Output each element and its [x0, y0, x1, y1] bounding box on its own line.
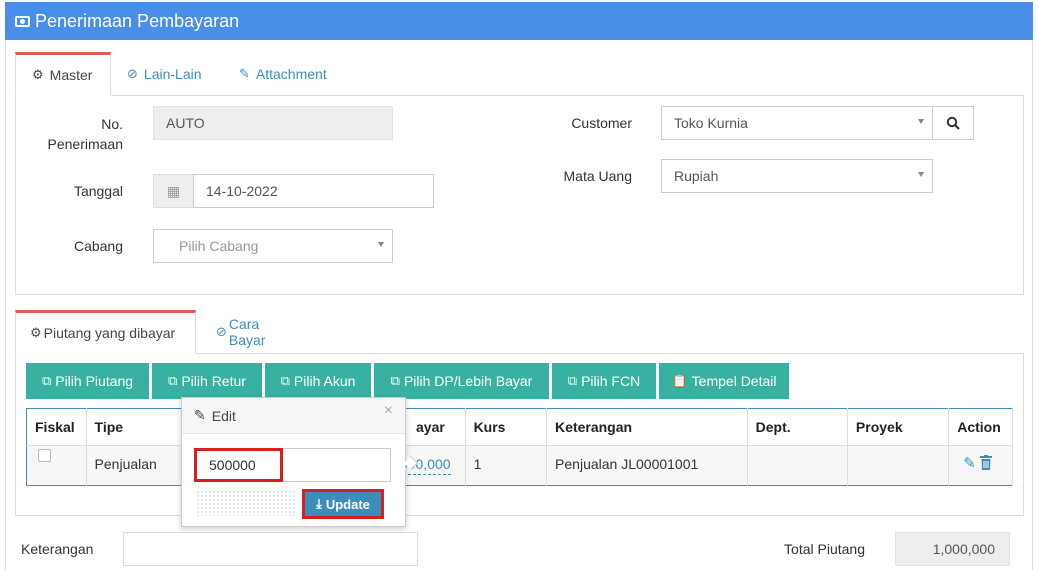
keterangan-input[interactable] — [123, 532, 418, 566]
cogs-icon: ⚙ — [30, 325, 42, 340]
calendar-icon[interactable]: ▦ — [153, 174, 194, 208]
money-icon — [15, 15, 30, 27]
cabang-placeholder: Pilih Cabang — [179, 238, 259, 254]
page-title: Penerimaan Pembayaran — [35, 10, 240, 31]
check-circle-icon: ⊘ — [216, 324, 227, 339]
col-dept: Dept. — [747, 408, 848, 446]
fiskal-cell — [26, 445, 87, 486]
total-piutang-value: 1,000,000 — [932, 541, 995, 557]
tipe-cell: Penjualan — [86, 445, 192, 486]
proyek-cell — [847, 445, 950, 486]
tanggal-label: Tanggal — [73, 183, 123, 199]
no-penerimaan-value: AUTO — [166, 115, 205, 131]
total-piutang-field: 1,000,000 — [895, 532, 1010, 566]
kurs-cell: 1 — [465, 445, 548, 486]
copy-icon: ⧉ — [567, 373, 578, 388]
edit-popover: ✎ Edit × 500000 ⤓ Update — [181, 397, 419, 527]
pilih-dp-lebih-bayar-button[interactable]: ⧉ Pilih DP/Lebih Bayar — [374, 363, 549, 399]
detail-tabs: ⚙ Piutang yang dibayar ⊘ Cara Bayar — [15, 310, 318, 354]
edit-pencil-icon[interactable]: ✎ — [963, 455, 976, 472]
customer-label: Customer — [571, 115, 632, 131]
col-tipe: Tipe — [86, 408, 192, 446]
mata-uang-label: Mata Uang — [563, 168, 632, 184]
keterangan-label: Keterangan — [21, 541, 94, 557]
mata-uang-value: Rupiah — [674, 168, 719, 184]
chevron-down-icon — [918, 119, 924, 124]
no-penerimaan-field[interactable]: AUTO — [153, 106, 393, 140]
col-proyek: Proyek — [847, 408, 950, 446]
pilih-piutang-button[interactable]: ⧉ Pilih Piutang — [26, 363, 149, 399]
chevron-down-icon — [918, 172, 924, 177]
tab-attachment[interactable]: ✎ Attachment — [223, 52, 341, 96]
customer-search-button[interactable] — [932, 106, 974, 140]
tanggal-field[interactable]: 14-10-2022 — [193, 174, 434, 208]
tab-cara-bayar[interactable]: ⊘ Cara Bayar — [196, 310, 318, 354]
no-penerimaan-label-line1: No. — [101, 116, 123, 132]
tempel-detail-button[interactable]: 📋 Tempel Detail — [659, 363, 789, 399]
tab-lain-lain[interactable]: ⊘ Lain-Lain — [111, 52, 223, 96]
cabang-select[interactable]: Pilih Cabang — [153, 229, 393, 263]
action-cell: ✎ — [948, 445, 1013, 486]
copy-icon: ⧉ — [390, 373, 400, 388]
pilih-fcn-button[interactable]: ⧉ Pilih FCN — [552, 363, 656, 399]
paperclip-icon: ✎ — [239, 66, 250, 81]
pilih-retur-button[interactable]: ⧉ Pilih Retur — [152, 363, 262, 399]
customer-select[interactable]: Toko Kurnia — [661, 106, 933, 140]
cabang-label: Cabang — [73, 238, 123, 254]
check-circle-icon: ⊘ — [127, 66, 138, 81]
copy-icon: ⧉ — [168, 373, 178, 388]
dotted-pattern — [196, 490, 296, 516]
trash-icon[interactable] — [979, 455, 992, 470]
close-icon[interactable]: × — [384, 402, 393, 420]
tab-master[interactable]: ⚙ Master — [15, 52, 111, 96]
tab-piutang-dibayar[interactable]: ⚙ Piutang yang dibayar — [15, 310, 196, 354]
dept-cell — [747, 445, 848, 486]
search-icon — [946, 116, 960, 130]
col-keterangan: Keterangan — [546, 408, 748, 446]
download-icon: ⤓ — [316, 496, 322, 511]
edit-value-input[interactable]: 500000 — [194, 448, 391, 482]
fiskal-checkbox[interactable] — [38, 449, 51, 462]
col-action: Action — [948, 408, 1013, 446]
total-piutang-label: Total Piutang — [784, 541, 865, 557]
page-header: Penerimaan Pembayaran — [5, 2, 1033, 40]
customer-value: Toko Kurnia — [674, 115, 748, 131]
tanggal-value: 14-10-2022 — [206, 183, 278, 199]
copy-icon: ⧉ — [41, 373, 52, 388]
no-penerimaan-label: No. Penerimaan — [40, 114, 124, 154]
table-row: Penjualan 1,000,000 1 Penjualan JL000010… — [26, 445, 1013, 486]
master-tabs: ⚙ Master ⊘ Lain-Lain ✎ Attachment — [15, 52, 341, 96]
chevron-down-icon — [378, 242, 384, 247]
copy-icon: ⧉ — [280, 373, 290, 388]
keterangan-cell: Penjualan JL00001001 — [546, 445, 748, 486]
pilih-akun-button[interactable]: ⧉ Pilih Akun — [265, 363, 371, 399]
cogs-icon: ⚙ — [32, 67, 44, 82]
edit-value-text: 500000 — [209, 457, 256, 473]
table-header-row: Fiskal Tipe ayar Kurs Keterangan Dept. P… — [26, 408, 1013, 446]
update-button[interactable]: ⤓ Update — [304, 491, 382, 517]
mata-uang-select[interactable]: Rupiah — [661, 159, 933, 193]
edit-icon: ✎ — [194, 407, 206, 423]
piutang-table: Fiskal Tipe ayar Kurs Keterangan Dept. P… — [26, 408, 1013, 486]
no-penerimaan-label-line2: Penerimaan — [47, 136, 124, 152]
col-kurs: Kurs — [465, 408, 548, 446]
paste-icon: 📋 — [671, 373, 688, 388]
col-fiskal: Fiskal — [26, 408, 87, 446]
popover-title: ✎ Edit — [182, 398, 405, 434]
